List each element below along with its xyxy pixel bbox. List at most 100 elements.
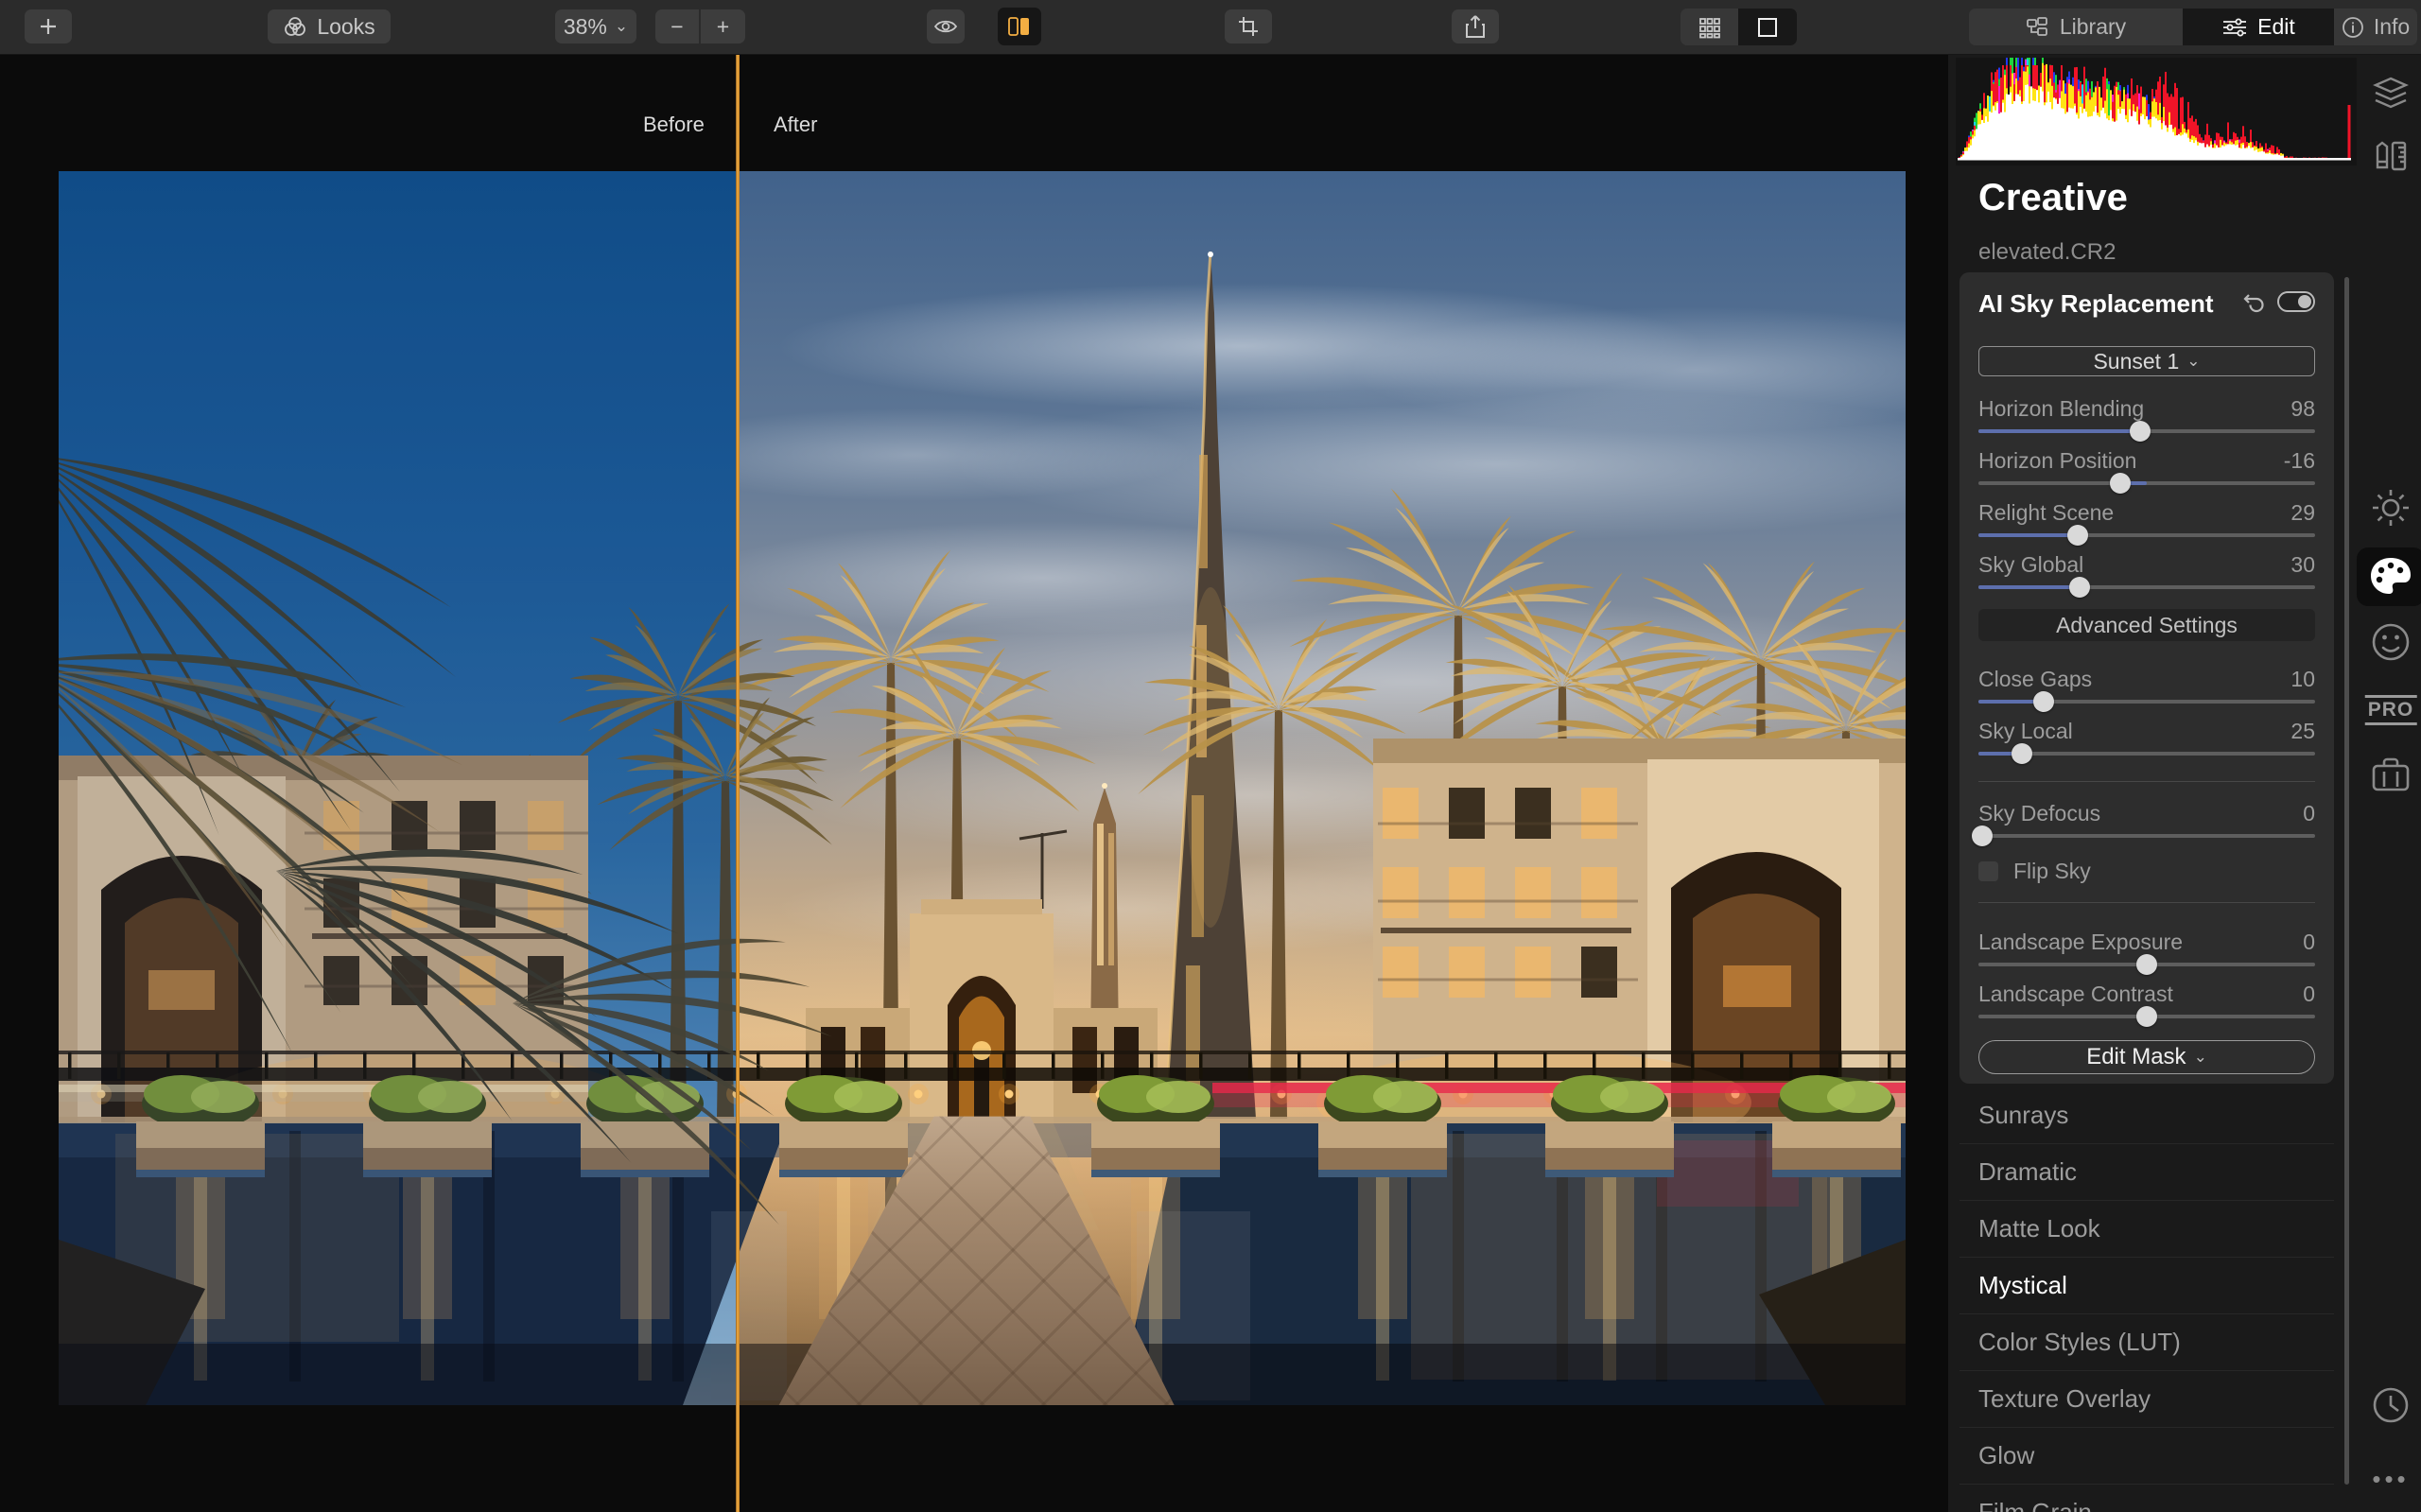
slider-value: 98 — [2290, 396, 2315, 421]
slider-close-gaps[interactable]: Close Gaps 10 — [1978, 664, 2315, 716]
slider-handle[interactable] — [2033, 691, 2055, 712]
single-view-button[interactable] — [1738, 9, 1797, 45]
slider-handle[interactable] — [2136, 954, 2157, 975]
grid-icon — [1698, 17, 1720, 38]
sky-preset-dropdown[interactable]: Sunset 1 ⌄ — [1978, 346, 2315, 376]
tool-title: AI Sky Replacement — [1978, 289, 2214, 318]
history-clock-icon[interactable] — [2371, 1385, 2411, 1430]
slider-sky-global[interactable]: Sky Global 30 — [1978, 549, 2315, 601]
slider-label: Sky Local — [1978, 719, 2073, 743]
canvas-image[interactable]: ©Mathew Browne — [59, 171, 1906, 1405]
toggle-knob — [2298, 295, 2311, 308]
gallery-view-button[interactable] — [1681, 9, 1738, 45]
tab-library[interactable]: Library — [1969, 9, 2183, 45]
list-item-matte-look[interactable]: Matte Look — [1959, 1201, 2334, 1258]
slider-relight-scene[interactable]: Relight Scene 29 — [1978, 497, 2315, 549]
tool-enabled-toggle[interactable] — [2277, 291, 2315, 312]
divider — [1978, 902, 2315, 903]
edit-mask-button[interactable]: Edit Mask ⌄ — [1978, 1040, 2315, 1074]
slider-handle[interactable] — [2068, 577, 2090, 598]
slider-landscape-contrast[interactable]: Landscape Contrast 0 — [1978, 979, 2315, 1031]
slider-landscape-exposure[interactable]: Landscape Exposure 0 — [1978, 927, 2315, 979]
more-options-icon[interactable]: ••• — [2372, 1465, 2409, 1494]
slider-track[interactable] — [1978, 577, 2315, 598]
tool-category-rail: PRO ••• — [2357, 54, 2421, 1512]
watermark: ©Mathew Browne — [59, 1213, 63, 1377]
slider-horizon-blending[interactable]: Horizon Blending 98 — [1978, 393, 2315, 445]
compare-view-button[interactable] — [998, 8, 1041, 45]
slider-value: 30 — [2290, 552, 2315, 577]
layers-icon[interactable] — [2372, 75, 2410, 115]
slider-fill — [1978, 533, 2079, 537]
portrait-face-icon[interactable] — [2370, 621, 2412, 668]
slider-sky-local[interactable]: Sky Local 25 — [1978, 716, 2315, 768]
flip-sky-checkbox[interactable] — [1978, 860, 1998, 881]
quick-preview-button[interactable] — [927, 9, 965, 43]
slider-track[interactable] — [1978, 421, 2315, 442]
slider-horizon-position[interactable]: Horizon Position -16 — [1978, 445, 2315, 497]
slider-value: -16 — [2283, 448, 2315, 473]
slider-track[interactable] — [1978, 743, 2315, 764]
export-button[interactable] — [1452, 9, 1499, 43]
list-item-texture-overlay[interactable]: Texture Overlay — [1959, 1371, 2334, 1428]
slider-track[interactable] — [1978, 1006, 2315, 1027]
pro-tools-icon[interactable]: PRO — [2364, 695, 2417, 725]
slider-handle[interactable] — [2109, 473, 2131, 494]
before-after-split-icon — [1008, 17, 1029, 36]
edit-side-panel: Creative elevated.CR2 AI Sky Replacement… — [1948, 54, 2421, 1512]
zoom-level-dropdown[interactable]: 38% ⌄ — [555, 9, 636, 43]
list-item-color-styles-lut-[interactable]: Color Styles (LUT) — [1959, 1314, 2334, 1371]
view-mode-segment — [1681, 9, 1797, 45]
slider-track[interactable] — [1972, 826, 2315, 846]
panel-scrollbar[interactable] — [2344, 277, 2349, 1485]
slider-label: Sky Defocus — [1978, 801, 2101, 826]
info-icon — [2342, 16, 2363, 38]
advanced-settings-button[interactable]: Advanced Settings — [1978, 609, 2315, 641]
list-item-dramatic[interactable]: Dramatic — [1959, 1144, 2334, 1201]
filename: elevated.CR2 — [1978, 239, 2116, 265]
looks-button[interactable]: Looks — [268, 9, 391, 43]
list-item-sunrays[interactable]: Sunrays — [1959, 1087, 2334, 1144]
slider-label: Horizon Blending — [1978, 396, 2145, 421]
list-item-mystical[interactable]: Mystical — [1959, 1258, 2334, 1314]
zoom-in-button[interactable]: + — [701, 9, 745, 43]
slider-group-main: Horizon Blending 98 Horizon Position -16 Rel… — [1978, 393, 2315, 601]
slider-track[interactable] — [1978, 691, 2315, 712]
zoom-out-button[interactable]: − — [655, 9, 700, 43]
edit-sliders-icon — [2223, 18, 2247, 36]
crop-icon — [1239, 17, 1258, 36]
chevron-down-icon: ⌄ — [2193, 1048, 2207, 1066]
crop-button[interactable] — [1225, 9, 1272, 43]
slider-group-defocus: Sky Defocus 0 — [1972, 798, 2315, 850]
list-item-label: Matte Look — [1978, 1214, 2100, 1243]
compare-split-handle[interactable] — [736, 54, 740, 1512]
slider-handle[interactable] — [2136, 1006, 2157, 1027]
divider — [1978, 781, 2315, 782]
tab-edit[interactable]: Edit — [2183, 9, 2334, 45]
tab-edit-label: Edit — [2257, 14, 2295, 39]
reset-icon[interactable] — [2241, 290, 2266, 320]
slider-track[interactable] — [1978, 954, 2315, 975]
professional-briefcase-icon[interactable] — [2370, 756, 2412, 798]
tab-info[interactable]: Info — [2334, 9, 2417, 45]
list-item-film-grain[interactable]: Film Grain — [1959, 1485, 2334, 1512]
slider-handle[interactable] — [1972, 826, 1994, 846]
slider-track[interactable] — [1978, 525, 2315, 546]
edit-tools-icon[interactable] — [2371, 137, 2411, 182]
slider-track[interactable] — [1978, 473, 2315, 494]
canvas-area: Before After ©Mathew Browne — [0, 54, 1948, 1512]
slider-value: 0 — [2303, 930, 2315, 954]
looks-circles-icon — [285, 17, 306, 36]
creative-palette-icon[interactable] — [2368, 555, 2413, 603]
slider-sky-defocus[interactable]: Sky Defocus 0 — [1972, 798, 2315, 850]
essentials-sun-icon[interactable] — [2370, 487, 2412, 533]
slider-handle[interactable] — [2012, 743, 2033, 764]
slider-handle[interactable] — [2067, 525, 2089, 546]
share-icon — [1466, 15, 1485, 38]
before-label: Before — [643, 113, 705, 136]
add-photo-button[interactable] — [25, 9, 72, 43]
list-item-glow[interactable]: Glow — [1959, 1428, 2334, 1485]
list-item-label: Mystical — [1978, 1271, 2067, 1299]
plus-icon: + — [716, 13, 730, 39]
slider-handle[interactable] — [2129, 421, 2151, 442]
